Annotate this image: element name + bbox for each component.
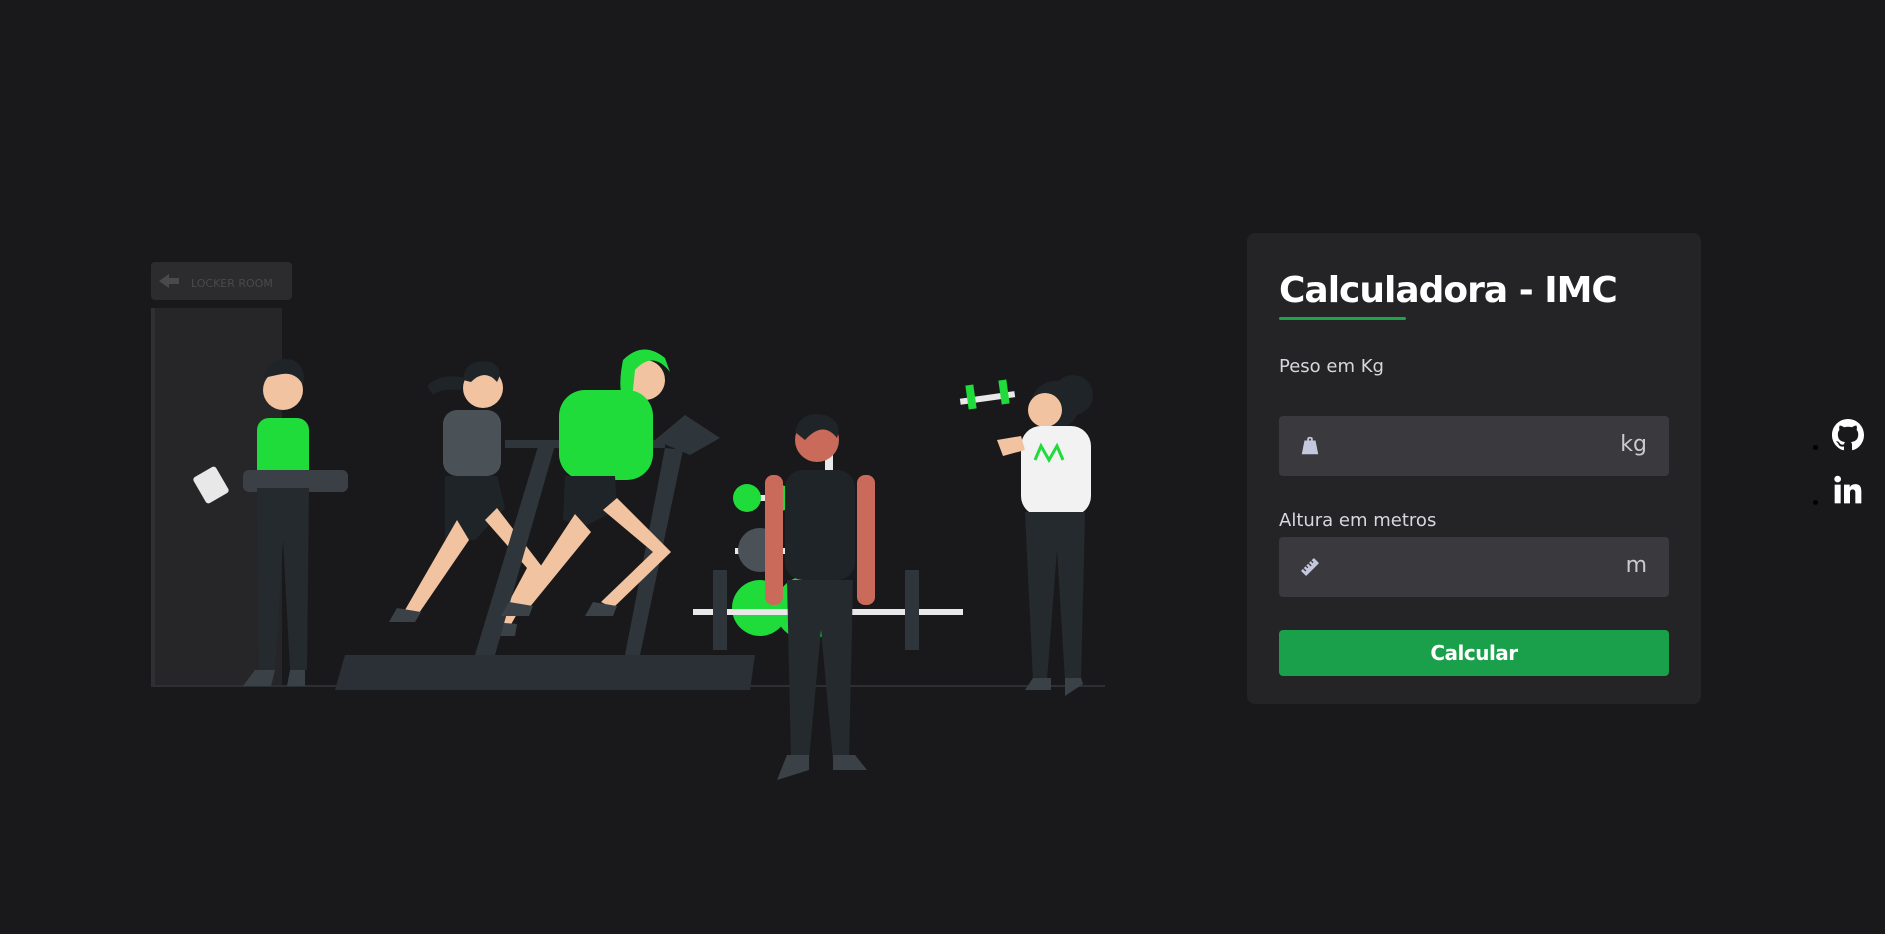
github-icon bbox=[1832, 419, 1864, 451]
ruler-icon bbox=[1301, 558, 1319, 576]
height-label: Altura em metros bbox=[1279, 510, 1437, 531]
weight-icon bbox=[1301, 436, 1319, 455]
social-links bbox=[1810, 415, 1864, 525]
calculate-button[interactable]: Calcular bbox=[1279, 630, 1669, 676]
page-title: Calculadora - IMC bbox=[1279, 270, 1618, 311]
weight-unit: kg bbox=[1620, 432, 1647, 457]
imc-calculator-card: Calculadora - IMC Peso em Kg kg Altura e… bbox=[1247, 233, 1701, 704]
weight-label: Peso em Kg bbox=[1279, 356, 1384, 377]
locker-room-sign-text: LOCKER ROOM bbox=[191, 277, 273, 290]
title-underline bbox=[1279, 317, 1406, 320]
list-bullet bbox=[1813, 500, 1818, 505]
github-link[interactable] bbox=[1810, 415, 1864, 470]
weight-input[interactable] bbox=[1279, 416, 1669, 476]
woman-with-dumbbell bbox=[959, 375, 1093, 696]
list-bullet bbox=[1813, 445, 1818, 450]
height-field-wrapper: m bbox=[1279, 537, 1669, 597]
gym-illustration-svg: LOCKER ROOM bbox=[151, 262, 1105, 780]
height-input[interactable] bbox=[1279, 537, 1669, 597]
linkedin-icon bbox=[1834, 475, 1862, 504]
gym-illustration: LOCKER ROOM bbox=[145, 250, 1135, 790]
treadmill bbox=[335, 415, 755, 690]
weight-field-wrapper: kg bbox=[1279, 416, 1669, 476]
linkedin-link[interactable] bbox=[1810, 470, 1862, 525]
runner-grey bbox=[389, 361, 543, 636]
height-unit: m bbox=[1625, 553, 1647, 578]
